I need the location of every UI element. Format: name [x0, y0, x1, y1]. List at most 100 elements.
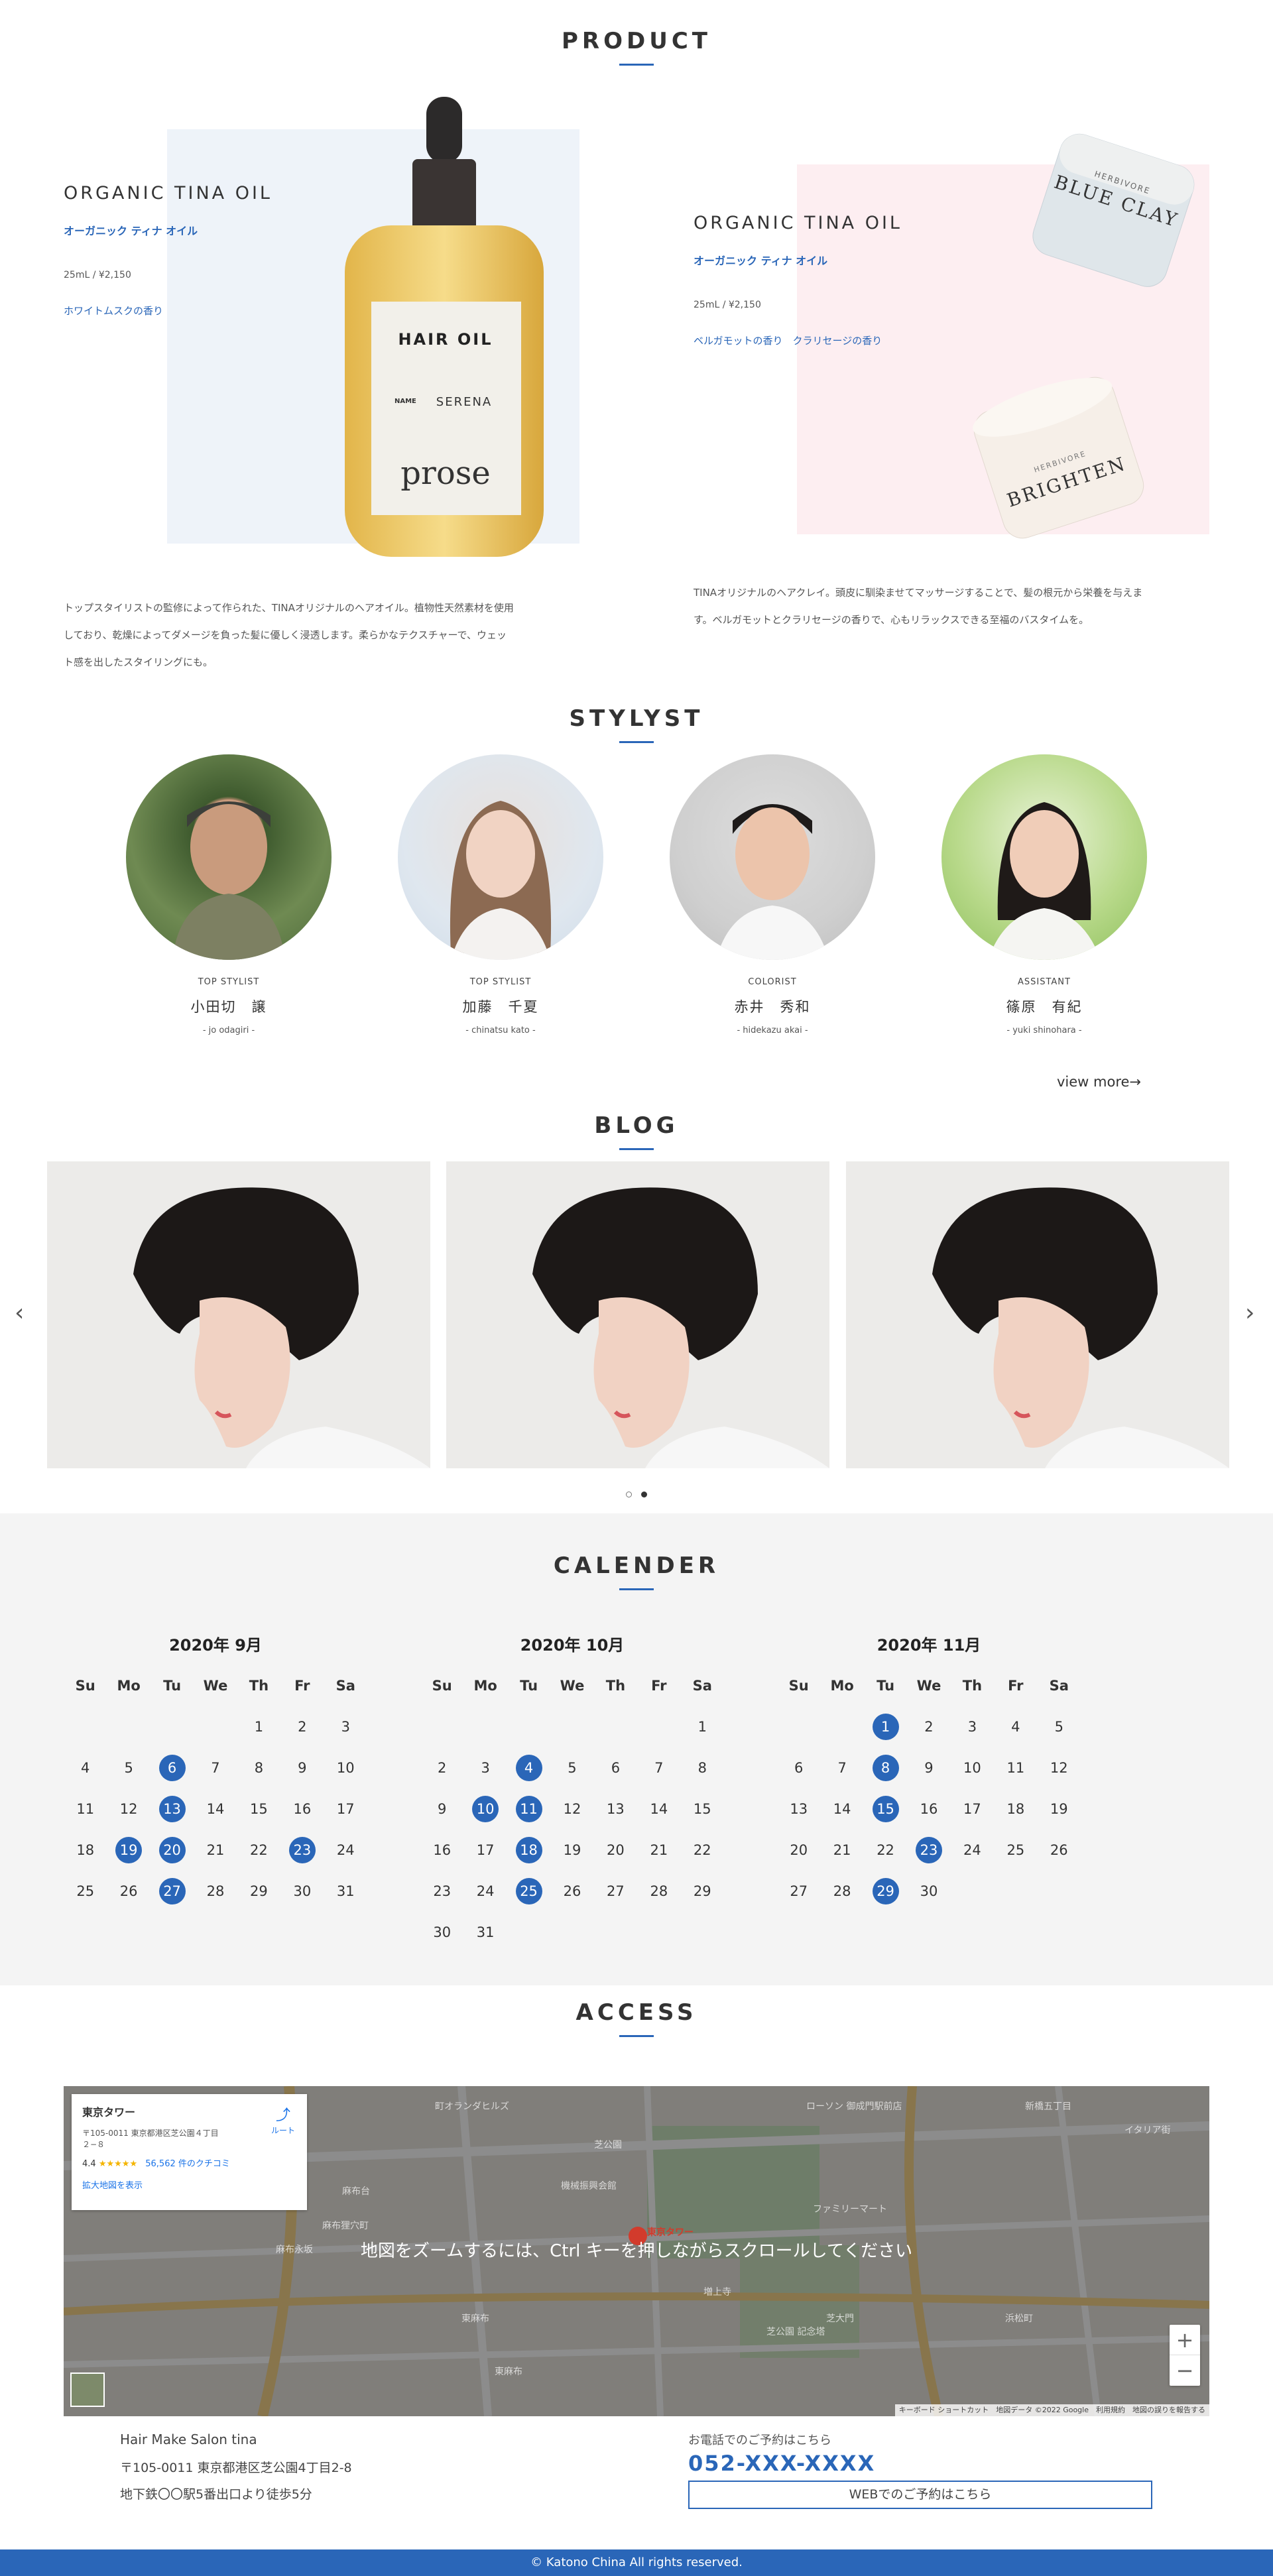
calendar-day[interactable]: 23 — [280, 1830, 324, 1871]
calendar-day[interactable]: 16 — [280, 1788, 324, 1830]
calendar-day[interactable]: 28 — [194, 1871, 237, 1912]
calendar-day[interactable]: 27 — [151, 1871, 194, 1912]
calendar-day[interactable]: 23 — [907, 1830, 950, 1871]
calendar-day[interactable]: 1 — [864, 1706, 907, 1747]
calendar-day[interactable]: 9 — [420, 1788, 463, 1830]
calendar-day[interactable]: 26 — [550, 1871, 593, 1912]
calendar-day[interactable]: 7 — [194, 1747, 237, 1788]
calendar-day[interactable]: 22 — [237, 1830, 280, 1871]
calendar-day[interactable]: 3 — [324, 1706, 367, 1747]
calendar-day[interactable]: 24 — [951, 1830, 994, 1871]
phone-number[interactable]: 052-XXX-XXXX — [688, 2451, 875, 2476]
carousel-dot[interactable] — [626, 1492, 632, 1497]
calendar-day[interactable]: 13 — [777, 1788, 820, 1830]
route-button[interactable]: ⤴ ルート — [271, 2103, 295, 2136]
stylist-card[interactable]: COLORIST 赤井 秀和 - hidekazu akai - — [670, 754, 875, 1035]
calendar-day[interactable]: 19 — [550, 1830, 593, 1871]
calendar-day[interactable]: 1 — [681, 1706, 724, 1747]
calendar-day[interactable]: 30 — [420, 1912, 463, 1953]
calendar-day[interactable]: 22 — [864, 1830, 907, 1871]
calendar-day[interactable]: 24 — [324, 1830, 367, 1871]
calendar-day[interactable]: 14 — [194, 1788, 237, 1830]
calendar-day[interactable]: 12 — [107, 1788, 150, 1830]
larger-map-link[interactable]: 拡大地図を表示 — [82, 2178, 296, 2191]
zoom-in-button[interactable]: + — [1170, 2325, 1200, 2355]
calendar-day[interactable]: 16 — [907, 1788, 950, 1830]
calendar-day[interactable]: 27 — [594, 1871, 637, 1912]
calendar-day[interactable]: 29 — [864, 1871, 907, 1912]
calendar-day[interactable]: 3 — [951, 1706, 994, 1747]
calendar-day[interactable]: 29 — [237, 1871, 280, 1912]
calendar-day[interactable]: 19 — [107, 1830, 150, 1871]
calendar-day[interactable]: 8 — [681, 1747, 724, 1788]
calendar-day[interactable]: 25 — [64, 1871, 107, 1912]
calendar-day[interactable]: 22 — [681, 1830, 724, 1871]
calendar-day[interactable]: 2 — [420, 1747, 463, 1788]
calendar-day[interactable]: 27 — [777, 1871, 820, 1912]
calendar-day[interactable]: 6 — [594, 1747, 637, 1788]
calendar-day[interactable]: 7 — [820, 1747, 863, 1788]
zoom-out-button[interactable]: − — [1170, 2355, 1200, 2386]
calendar-day[interactable]: 20 — [151, 1830, 194, 1871]
calendar-day[interactable]: 3 — [463, 1747, 507, 1788]
calendar-day[interactable]: 4 — [994, 1706, 1037, 1747]
calendar-day[interactable]: 5 — [107, 1747, 150, 1788]
calendar-day[interactable]: 5 — [550, 1747, 593, 1788]
calendar-day[interactable]: 21 — [194, 1830, 237, 1871]
calendar-day[interactable]: 29 — [681, 1871, 724, 1912]
calendar-day[interactable]: 31 — [463, 1912, 507, 1953]
calendar-day[interactable]: 17 — [951, 1788, 994, 1830]
calendar-day[interactable]: 26 — [107, 1871, 150, 1912]
calendar-day[interactable]: 31 — [324, 1871, 367, 1912]
blog-card[interactable] — [47, 1161, 430, 1468]
calendar-day[interactable]: 16 — [420, 1830, 463, 1871]
calendar-day[interactable]: 11 — [64, 1788, 107, 1830]
calendar-day[interactable]: 2 — [907, 1706, 950, 1747]
calendar-day[interactable]: 10 — [324, 1747, 367, 1788]
calendar-day[interactable]: 21 — [637, 1830, 680, 1871]
calendar-day[interactable]: 12 — [1038, 1747, 1081, 1788]
reviews-link[interactable]: 56,562 件のクチコミ — [145, 2159, 230, 2169]
calendar-day[interactable]: 1 — [237, 1706, 280, 1747]
calendar-day[interactable]: 24 — [463, 1871, 507, 1912]
calendar-day[interactable]: 6 — [151, 1747, 194, 1788]
calendar-day[interactable]: 6 — [777, 1747, 820, 1788]
calendar-day[interactable]: 30 — [280, 1871, 324, 1912]
calendar-day[interactable]: 8 — [864, 1747, 907, 1788]
calendar-day[interactable]: 25 — [507, 1871, 550, 1912]
stylist-card[interactable]: TOP STYLIST 小田切 譲 - jo odagiri - — [126, 754, 332, 1035]
calendar-day[interactable]: 18 — [507, 1830, 550, 1871]
carousel-prev-icon[interactable]: ‹ — [15, 1299, 24, 1326]
calendar-day[interactable]: 11 — [507, 1788, 550, 1830]
calendar-day[interactable]: 28 — [637, 1871, 680, 1912]
blog-card[interactable] — [446, 1161, 829, 1468]
calendar-day[interactable]: 18 — [994, 1788, 1037, 1830]
carousel-next-icon[interactable]: › — [1245, 1299, 1254, 1326]
calendar-day[interactable]: 11 — [994, 1747, 1037, 1788]
calendar-day[interactable]: 14 — [637, 1788, 680, 1830]
calendar-day[interactable]: 21 — [820, 1830, 863, 1871]
calendar-day[interactable]: 4 — [64, 1747, 107, 1788]
calendar-day[interactable]: 17 — [463, 1830, 507, 1871]
calendar-day[interactable]: 9 — [280, 1747, 324, 1788]
calendar-day[interactable]: 13 — [594, 1788, 637, 1830]
calendar-day[interactable]: 20 — [594, 1830, 637, 1871]
calendar-day[interactable]: 15 — [237, 1788, 280, 1830]
calendar-day[interactable]: 19 — [1038, 1788, 1081, 1830]
stylist-card[interactable]: ASSISTANT 篠原 有紀 - yuki shinohara - — [941, 754, 1147, 1035]
calendar-day[interactable]: 14 — [820, 1788, 863, 1830]
stylist-card[interactable]: TOP STYLIST 加藤 千夏 - chinatsu kato - — [398, 754, 603, 1035]
calendar-day[interactable]: 10 — [463, 1788, 507, 1830]
calendar-day[interactable]: 12 — [550, 1788, 593, 1830]
web-reservation-button[interactable]: WEBでのご予約はこちら — [688, 2481, 1152, 2509]
map-satellite-toggle[interactable] — [70, 2372, 105, 2407]
calendar-day[interactable]: 15 — [681, 1788, 724, 1830]
calendar-day[interactable]: 5 — [1038, 1706, 1081, 1747]
calendar-day[interactable]: 8 — [237, 1747, 280, 1788]
calendar-day[interactable]: 2 — [280, 1706, 324, 1747]
calendar-day[interactable]: 18 — [64, 1830, 107, 1871]
calendar-day[interactable]: 25 — [994, 1830, 1037, 1871]
calendar-day[interactable]: 15 — [864, 1788, 907, 1830]
calendar-day[interactable]: 26 — [1038, 1830, 1081, 1871]
calendar-day[interactable]: 9 — [907, 1747, 950, 1788]
